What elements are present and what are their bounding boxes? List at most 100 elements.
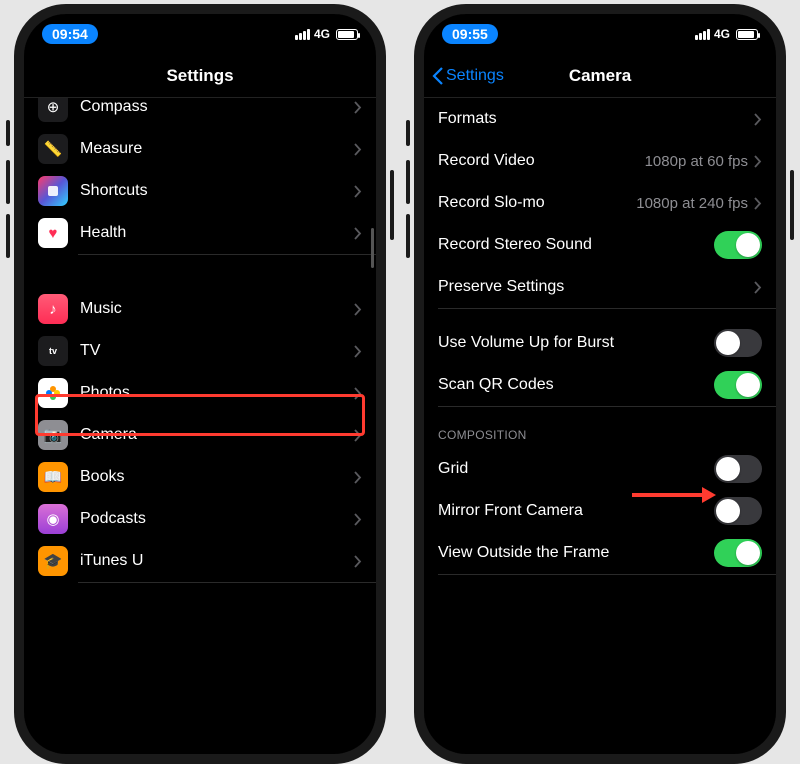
chevron-right-icon (354, 303, 362, 316)
row-label: Measure (80, 140, 354, 158)
music-icon: ♪ (38, 294, 68, 324)
chevron-right-icon (354, 429, 362, 442)
group-header-composition: Composition (424, 422, 776, 448)
side-button (6, 160, 10, 204)
measure-icon: 📏 (38, 134, 68, 164)
row-label: Grid (438, 460, 714, 478)
row-value: 1080p at 240 fps (636, 195, 748, 212)
settings-row-itunesu[interactable]: 🎓 iTunes U (24, 540, 376, 582)
books-icon: 📖 (38, 462, 68, 492)
row-label: Formats (438, 110, 754, 128)
row-label: Books (80, 468, 354, 486)
side-button (6, 214, 10, 258)
chevron-right-icon (354, 345, 362, 358)
settings-row-camera[interactable]: 📷 Camera (24, 414, 376, 456)
status-time: 09:55 (442, 24, 498, 44)
back-label: Settings (446, 67, 504, 85)
compass-icon: ⊕ (38, 98, 68, 122)
row-label: Compass (80, 98, 354, 116)
chevron-right-icon (354, 143, 362, 156)
settings-row-music[interactable]: ♪ Music (24, 288, 376, 330)
row-label: Scan QR Codes (438, 376, 714, 394)
phone-left: 09:54 4G Settings ⊕ Compass 📏 Measure (14, 4, 386, 764)
side-button (6, 120, 10, 146)
settings-row-shortcuts[interactable]: Shortcuts (24, 170, 376, 212)
signal-icon (295, 29, 310, 40)
camera-row-stereo-sound: Record Stereo Sound (424, 224, 776, 266)
chevron-right-icon (754, 155, 762, 168)
row-label: Record Slo-mo (438, 194, 636, 212)
side-button (790, 170, 794, 240)
status-time: 09:54 (42, 24, 98, 44)
itunesu-icon: 🎓 (38, 546, 68, 576)
camera-row-formats[interactable]: Formats (424, 98, 776, 140)
scroll-indicator[interactable] (371, 228, 374, 268)
chevron-right-icon (354, 185, 362, 198)
camera-settings-list[interactable]: Formats Record Video 1080p at 60 fps Rec… (424, 98, 776, 754)
row-label: Record Video (438, 152, 645, 170)
camera-row-mirror-front: Mirror Front Camera (424, 490, 776, 532)
chevron-right-icon (754, 113, 762, 126)
podcasts-icon: ◉ (38, 504, 68, 534)
row-label: iTunes U (80, 552, 354, 570)
status-right: 4G (695, 27, 758, 41)
back-button[interactable]: Settings (432, 67, 504, 85)
toggle-view-outside[interactable] (714, 539, 762, 567)
camera-row-record-video[interactable]: Record Video 1080p at 60 fps (424, 140, 776, 182)
chevron-right-icon (354, 227, 362, 240)
side-button (390, 170, 394, 240)
chevron-right-icon (354, 471, 362, 484)
settings-row-measure[interactable]: 📏 Measure (24, 128, 376, 170)
status-right: 4G (295, 27, 358, 41)
nav-bar: Settings (24, 54, 376, 98)
screen-camera-settings: 09:55 4G Settings Camera Formats Record … (424, 14, 776, 754)
row-label: Shortcuts (80, 182, 354, 200)
toggle-scan-qr[interactable] (714, 371, 762, 399)
settings-row-compass[interactable]: ⊕ Compass (24, 98, 376, 128)
settings-list[interactable]: ⊕ Compass 📏 Measure Shortcuts ♥ Health (24, 98, 376, 754)
chevron-left-icon (432, 67, 444, 85)
arrow-mirror-front (632, 487, 716, 503)
row-label: Photos (80, 384, 354, 402)
nav-title: Camera (569, 66, 631, 86)
row-label: Preserve Settings (438, 278, 754, 296)
chevron-right-icon (754, 197, 762, 210)
settings-row-books[interactable]: 📖 Books (24, 456, 376, 498)
chevron-right-icon (354, 555, 362, 568)
tv-icon: tv (38, 336, 68, 366)
settings-row-tv[interactable]: tv TV (24, 330, 376, 372)
settings-row-health[interactable]: ♥ Health (24, 212, 376, 254)
settings-row-photos[interactable]: Photos (24, 372, 376, 414)
camera-icon: 📷 (38, 420, 68, 450)
row-label: Podcasts (80, 510, 354, 528)
battery-icon (736, 29, 758, 40)
toggle-mirror-front[interactable] (714, 497, 762, 525)
shortcuts-icon (38, 176, 68, 206)
row-label: Health (80, 224, 354, 242)
nav-title: Settings (166, 66, 233, 86)
camera-row-volume-burst: Use Volume Up for Burst (424, 322, 776, 364)
settings-row-podcasts[interactable]: ◉ Podcasts (24, 498, 376, 540)
signal-icon (695, 29, 710, 40)
toggle-volume-burst[interactable] (714, 329, 762, 357)
camera-row-scan-qr: Scan QR Codes (424, 364, 776, 406)
phone-right: 09:55 4G Settings Camera Formats Record … (414, 4, 786, 764)
toggle-grid[interactable] (714, 455, 762, 483)
toggle-stereo-sound[interactable] (714, 231, 762, 259)
chevron-right-icon (354, 387, 362, 400)
row-value: 1080p at 60 fps (645, 153, 748, 170)
side-button (406, 160, 410, 204)
camera-row-preserve-settings[interactable]: Preserve Settings (424, 266, 776, 308)
camera-row-grid: Grid (424, 448, 776, 490)
notch (115, 14, 285, 40)
row-label: TV (80, 342, 354, 360)
row-label: Mirror Front Camera (438, 502, 714, 520)
screen-settings: 09:54 4G Settings ⊕ Compass 📏 Measure (24, 14, 376, 754)
chevron-right-icon (354, 513, 362, 526)
network-label: 4G (314, 27, 330, 41)
camera-row-record-slomo[interactable]: Record Slo-mo 1080p at 240 fps (424, 182, 776, 224)
notch (515, 14, 685, 40)
row-label: View Outside the Frame (438, 544, 714, 562)
network-label: 4G (714, 27, 730, 41)
side-button (406, 120, 410, 146)
